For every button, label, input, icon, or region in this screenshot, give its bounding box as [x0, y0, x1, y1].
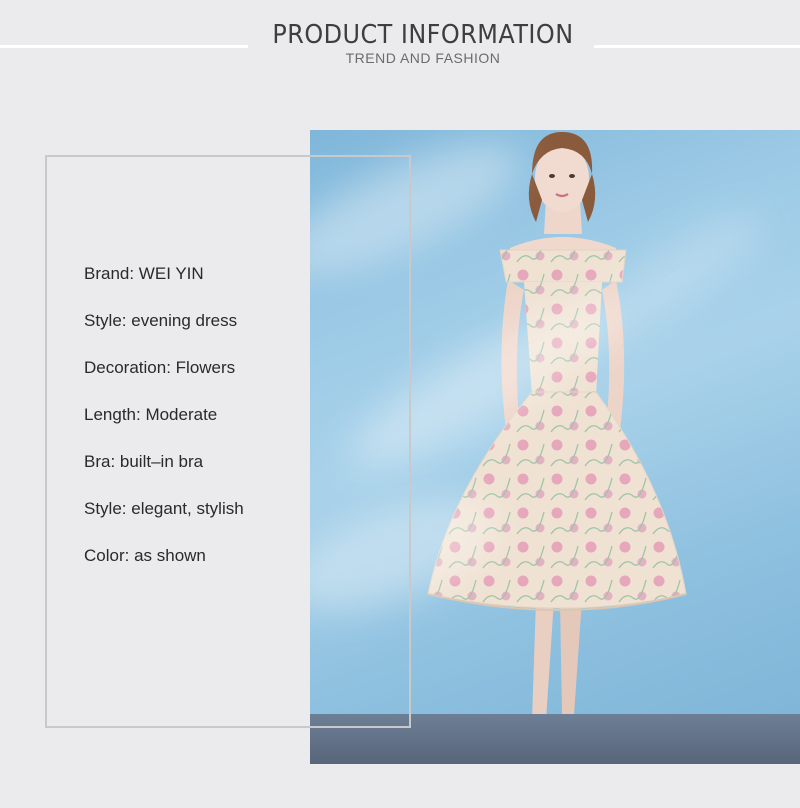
- page-header: PRODUCT INFORMATION TREND AND FASHION: [0, 0, 800, 80]
- spec-decoration: Decoration: Flowers: [84, 358, 236, 377]
- spec-brand: Brand: WEI YIN: [84, 264, 204, 283]
- spec-style-detail: Style: elegant, stylish: [84, 499, 244, 518]
- page-subtitle: TREND AND FASHION: [345, 50, 501, 66]
- page-title: PRODUCT INFORMATION: [272, 20, 574, 50]
- spec-style: Style: evening dress: [84, 311, 238, 330]
- spec-list: Brand: WEI YIN Style: evening dress Deco…: [84, 262, 244, 591]
- spec-color: Color: as shown: [84, 546, 206, 565]
- spec-bra: Bra: built–in bra: [84, 452, 204, 471]
- spec-length: Length: Moderate: [84, 405, 218, 424]
